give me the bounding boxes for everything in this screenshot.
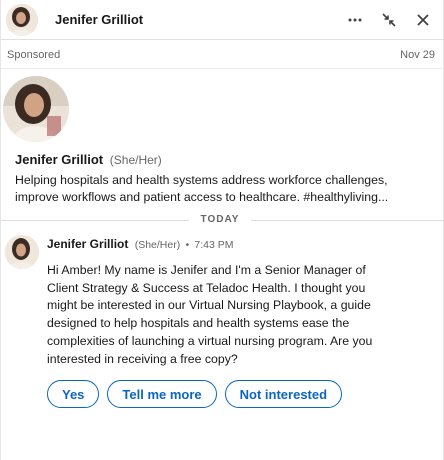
more-icon[interactable] [343, 8, 367, 32]
message-body: Hi Amber! My name is Jenifer and I'm a S… [47, 263, 373, 366]
quick-replies: Yes Tell me more Not interested [47, 380, 343, 408]
profile-name[interactable]: Jenifer Grilliot [15, 152, 103, 167]
divider-line [1, 220, 189, 221]
profile-headline: Helping hospitals and health systems add… [15, 173, 389, 204]
sponsored-row: Sponsored Nov 29 [1, 41, 444, 69]
day-divider: TODAY [1, 214, 444, 228]
conversation-header: Jenifer Grilliot [1, 0, 444, 40]
collapse-icon[interactable] [377, 8, 401, 32]
message-avatar[interactable] [5, 235, 39, 269]
message-header: Jenifer Grilliot (She/Her) • 7:43 PM [47, 237, 234, 251]
day-label: TODAY [200, 214, 240, 225]
separator-dot: • [185, 240, 190, 251]
header-name[interactable]: Jenifer Grilliot [55, 12, 143, 27]
reply-tell-me-more-button[interactable]: Tell me more [107, 380, 217, 408]
message-window: Jenifer Grilliot Sponsored Nov 29 Jenife… [0, 0, 444, 460]
sender-pronouns: (She/Her) [134, 239, 181, 251]
profile-photo[interactable] [3, 76, 69, 142]
message-time: 7:43 PM [194, 239, 234, 251]
header-actions [343, 0, 435, 40]
header-avatar[interactable] [6, 3, 38, 36]
profile-name-line: Jenifer Grilliot (She/Her) [15, 152, 162, 167]
close-icon[interactable] [411, 8, 435, 32]
profile-pronouns: (She/Her) [109, 153, 162, 167]
reply-yes-button[interactable]: Yes [47, 380, 100, 408]
person-photo-icon [6, 3, 38, 36]
person-photo-icon [3, 76, 69, 142]
divider-line [251, 220, 444, 221]
sponsored-label: Sponsored [7, 49, 61, 61]
sender-name[interactable]: Jenifer Grilliot [47, 237, 128, 251]
person-photo-icon [5, 235, 39, 269]
reply-not-interested-button[interactable]: Not interested [224, 380, 343, 408]
sponsored-date: Nov 29 [400, 49, 435, 61]
